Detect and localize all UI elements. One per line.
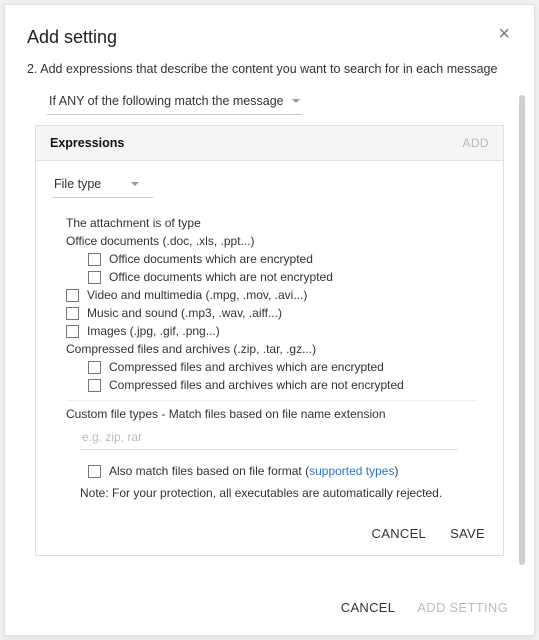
checkbox-icon[interactable]: [88, 361, 101, 374]
expression-type-dropdown[interactable]: File type: [52, 173, 153, 198]
expression-actions: CANCEL SAVE: [36, 510, 503, 555]
expression-save-button[interactable]: SAVE: [450, 526, 485, 541]
checkbox-label: Office documents which are not encrypted: [109, 270, 333, 284]
office-group-title: Office documents (.doc, .xls, .ppt...): [66, 234, 477, 248]
match-mode-label: If ANY of the following match the messag…: [49, 94, 284, 108]
checkbox-label: Music and sound (.mp3, .wav, .aiff...): [87, 306, 282, 320]
supported-types-link[interactable]: supported types: [309, 464, 394, 478]
dialog-cancel-button[interactable]: CANCEL: [341, 600, 396, 615]
checkbox-icon[interactable]: [66, 307, 79, 320]
checkbox-icon[interactable]: [88, 465, 101, 478]
dialog-title: Add setting: [27, 27, 117, 48]
executables-note: Note: For your protection, all executabl…: [80, 486, 477, 500]
office-not-encrypted-option[interactable]: Office documents which are not encrypted: [88, 270, 477, 284]
divider: [66, 400, 477, 401]
attachment-intro: The attachment is of type: [66, 216, 477, 230]
dialog-header: Add setting ×: [5, 5, 534, 62]
checkbox-label: Video and multimedia (.mpg, .mov, .avi..…: [87, 288, 307, 302]
compressed-encrypted-option[interactable]: Compressed files and archives which are …: [88, 360, 477, 374]
match-mode-dropdown[interactable]: If ANY of the following match the messag…: [47, 90, 302, 115]
checkbox-label: Images (.jpg, .gif, .png...): [87, 324, 220, 338]
expression-type-label: File type: [54, 177, 101, 191]
checkbox-icon[interactable]: [88, 379, 101, 392]
scrollbar-thumb[interactable]: [519, 95, 525, 565]
checkbox-label: Compressed files and archives which are …: [109, 360, 384, 374]
custom-types-title: Custom file types - Match files based on…: [66, 407, 477, 421]
images-option[interactable]: Images (.jpg, .gif, .png...): [66, 324, 477, 338]
expression-editor-card: Expressions ADD File type The attachment…: [35, 125, 504, 556]
expression-cancel-button[interactable]: CANCEL: [372, 526, 427, 541]
checkbox-label: Also match files based on file format (s…: [109, 464, 398, 478]
chevron-down-icon: [131, 182, 139, 186]
step-text: Add expressions that describe the conten…: [40, 62, 497, 76]
chevron-down-icon: [292, 99, 300, 103]
checkbox-icon[interactable]: [66, 289, 79, 302]
office-encrypted-option[interactable]: Office documents which are encrypted: [88, 252, 477, 266]
checkbox-icon[interactable]: [88, 271, 101, 284]
compressed-group-title: Compressed files and archives (.zip, .ta…: [66, 342, 477, 356]
video-option[interactable]: Video and multimedia (.mpg, .mov, .avi..…: [66, 288, 477, 302]
expressions-header: Expressions ADD: [36, 126, 503, 161]
close-icon[interactable]: ×: [496, 27, 512, 41]
step-instruction: 2. Add expressions that describe the con…: [5, 62, 534, 82]
add-setting-button[interactable]: ADD SETTING: [417, 600, 508, 615]
expression-body: File type The attachment is of type Offi…: [36, 161, 503, 510]
add-expression-button[interactable]: ADD: [462, 136, 489, 150]
expressions-title: Expressions: [50, 136, 124, 150]
custom-extension-input[interactable]: [80, 425, 458, 450]
music-option[interactable]: Music and sound (.mp3, .wav, .aiff...): [66, 306, 477, 320]
checkbox-icon[interactable]: [66, 325, 79, 338]
compressed-not-encrypted-option[interactable]: Compressed files and archives which are …: [88, 378, 477, 392]
dialog-actions: CANCEL ADD SETTING: [5, 600, 534, 635]
add-setting-dialog: Add setting × 2. Add expressions that de…: [4, 4, 535, 636]
also-match-format-option[interactable]: Also match files based on file format (s…: [66, 464, 477, 478]
step-number: 2.: [27, 62, 37, 76]
checkbox-label: Office documents which are encrypted: [109, 252, 313, 266]
checkbox-label: Compressed files and archives which are …: [109, 378, 404, 392]
checkbox-icon[interactable]: [88, 253, 101, 266]
